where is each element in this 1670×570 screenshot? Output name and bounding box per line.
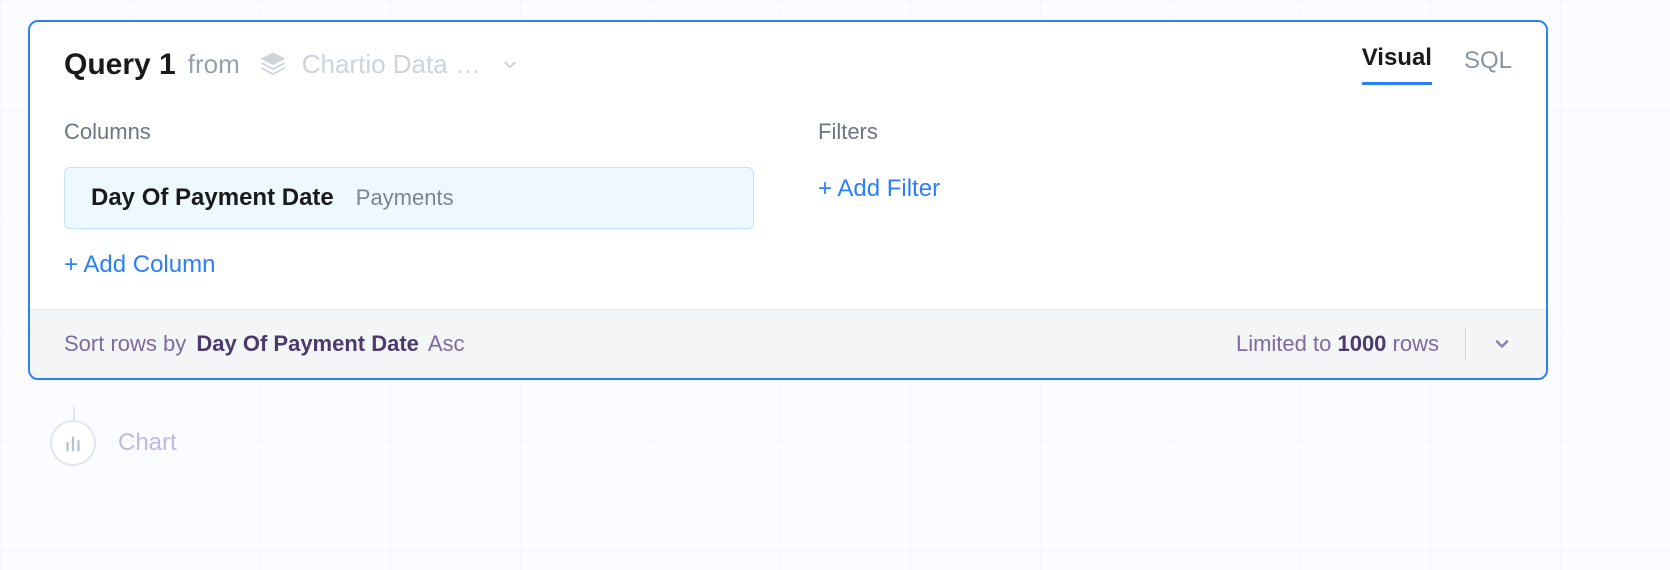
add-column-button[interactable]: + Add Column — [64, 251, 215, 279]
limit-control[interactable]: Limited to 1000 rows — [1236, 331, 1439, 357]
bar-chart-icon — [62, 432, 84, 454]
column-name: Day Of Payment Date — [91, 184, 334, 212]
panel-body: Columns Day Of Payment Date Payments + A… — [30, 95, 1546, 309]
tab-sql[interactable]: SQL — [1464, 47, 1512, 85]
datasource-selector[interactable]: Chartio Data … — [258, 49, 519, 80]
query-panel: Query 1 from Chartio Data … Visual SQL C… — [28, 20, 1548, 380]
columns-heading: Columns — [64, 119, 758, 145]
chevron-down-icon[interactable] — [1492, 334, 1512, 354]
limit-suffix: rows — [1393, 331, 1439, 356]
layers-icon — [258, 50, 288, 80]
filters-section: Filters + Add Filter — [818, 119, 1512, 279]
sort-field: Day Of Payment Date — [196, 331, 419, 356]
sort-direction: Asc — [428, 331, 465, 356]
sort-control[interactable]: Sort rows by Day Of Payment Date Asc — [64, 331, 465, 357]
query-title: Query 1 — [64, 48, 176, 82]
column-pill[interactable]: Day Of Payment Date Payments — [64, 167, 754, 229]
tab-visual[interactable]: Visual — [1362, 44, 1432, 85]
columns-section: Columns Day Of Payment Date Payments + A… — [64, 119, 758, 279]
divider — [1465, 328, 1466, 360]
chart-node-button[interactable] — [50, 420, 96, 466]
sort-prefix: Sort rows by — [64, 331, 186, 356]
panel-header: Query 1 from Chartio Data … Visual SQL — [30, 22, 1546, 95]
panel-footer: Sort rows by Day Of Payment Date Asc Lim… — [30, 309, 1546, 378]
datasource-name: Chartio Data … — [302, 49, 481, 80]
from-label: from — [188, 49, 240, 80]
chart-node: Chart — [50, 420, 177, 466]
chart-node-label: Chart — [118, 429, 177, 457]
limit-value: 1000 — [1337, 331, 1386, 356]
limit-prefix: Limited to — [1236, 331, 1331, 356]
limit-group: Limited to 1000 rows — [1236, 328, 1512, 360]
column-table: Payments — [356, 185, 454, 211]
add-filter-button[interactable]: + Add Filter — [818, 175, 940, 203]
mode-tabs: Visual SQL — [1362, 44, 1512, 85]
filters-heading: Filters — [818, 119, 1512, 145]
chevron-down-icon — [501, 56, 519, 74]
